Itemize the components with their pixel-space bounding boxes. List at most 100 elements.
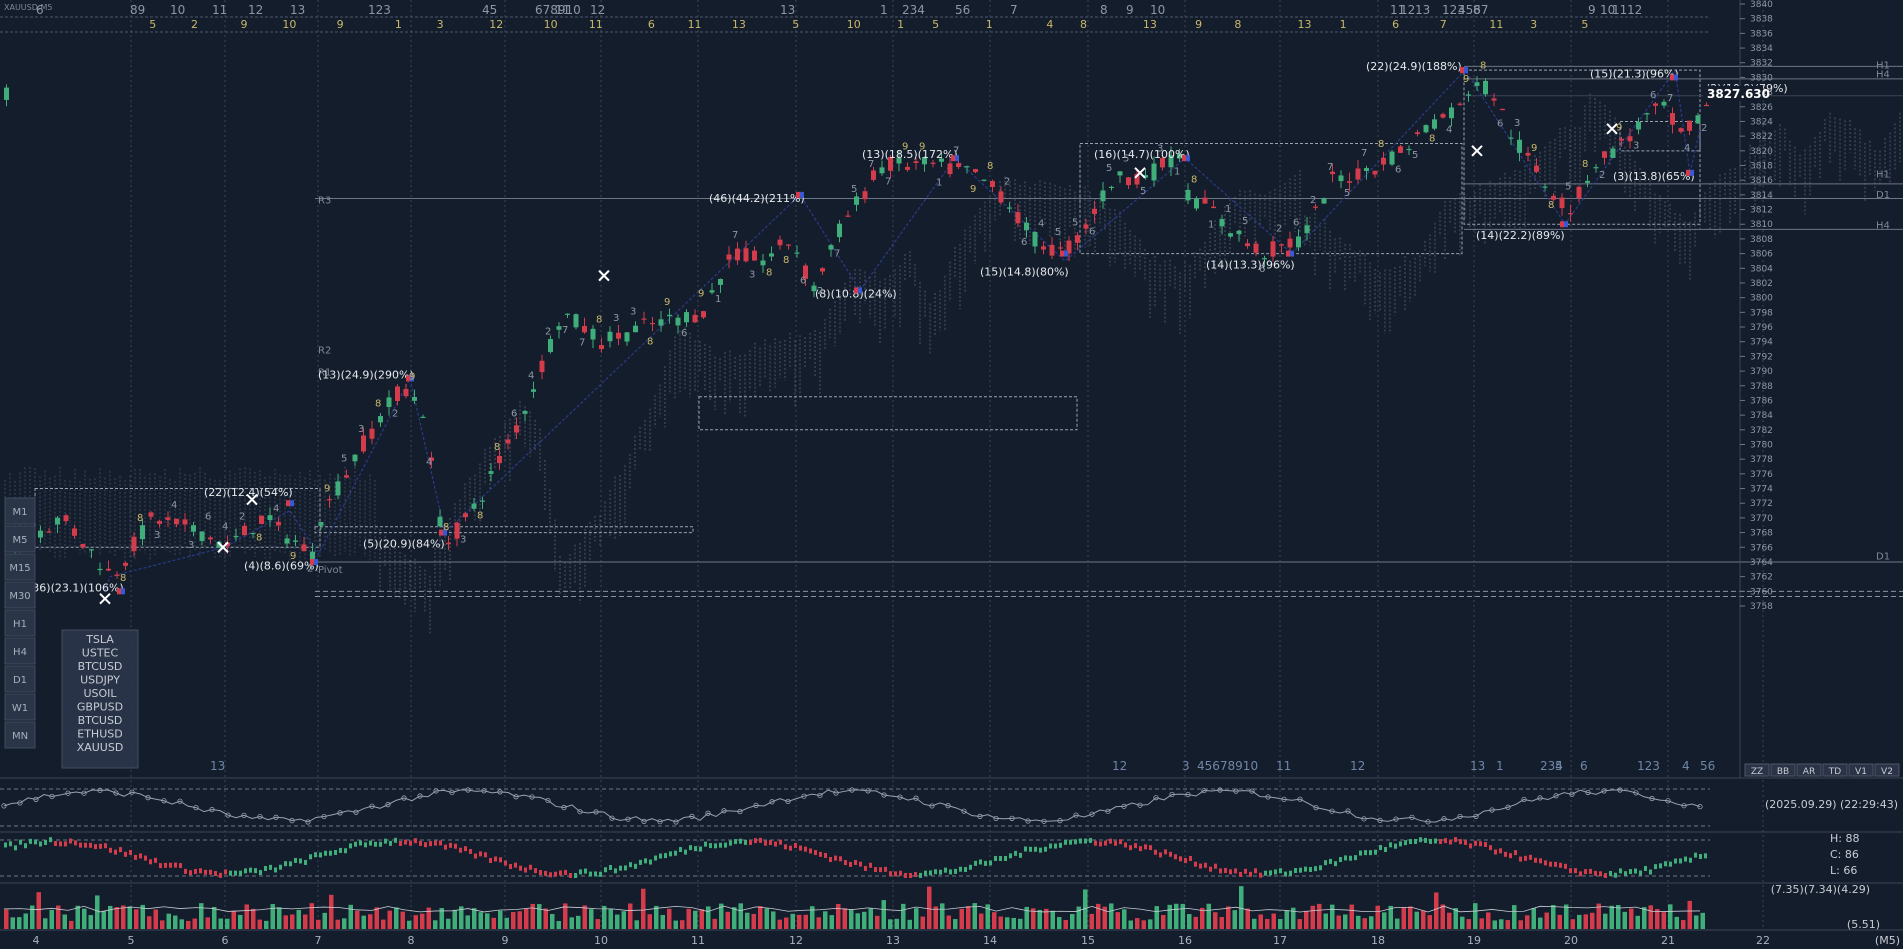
level-label: H4 [1876,69,1890,80]
tool-button-label[interactable]: TD [1828,767,1841,777]
volume-bar [1694,915,1699,929]
sequence-count-digit: 7 [579,337,585,348]
stoch-bar [324,850,327,856]
candle-body [1092,208,1097,215]
stoch-bar [134,854,137,860]
tool-button-label[interactable]: BB [1777,767,1789,777]
sequence-count-digit: 2 [1599,170,1605,181]
timeframe-button-d1[interactable]: D1 [4,665,36,693]
timeframe-button-mn[interactable]: MN [4,721,36,749]
watchlist-symbol-usoil[interactable]: USOIL [83,687,117,700]
price-chart[interactable]: 4 5 6 7 8 9 10 11 12 13 14 15 16 17 18 19 20 21 22 R3R2R1P… [0,0,1903,949]
stoch-bar [1279,868,1282,874]
volume-bar [1278,918,1283,929]
volume-bar [803,914,808,929]
stoch-bar [374,841,377,847]
candle-body [692,314,698,323]
stoch-bar [1704,853,1707,859]
timeframe-button-m5[interactable]: M5 [4,525,36,553]
timeframe-button-m30[interactable]: M30 [4,581,36,609]
tool-button-label[interactable]: ZZ [1751,767,1763,777]
stoch-bar [39,841,42,847]
timeframe-button-h1[interactable]: H1 [4,609,36,637]
volume-bar [732,907,737,929]
sequence-count-digit: 8 [120,573,126,584]
watchlist-symbol-tsla[interactable]: TSLA [85,633,114,646]
stoch-bar [634,863,637,869]
candle-body [412,397,417,401]
timeframe-button-label[interactable]: D1 [13,675,27,686]
bottom-count-label: 5 [1555,759,1563,773]
tool-button-v1[interactable]: V1 [1848,763,1874,777]
timeframe-button-h4[interactable]: H4 [4,637,36,665]
sequence-count-digit: 7 [1327,162,1333,173]
stoch-bar [859,861,862,867]
watchlist-symbol-usdjpy[interactable]: USDJPY [80,674,120,687]
timeframe-button-label[interactable]: M5 [13,535,28,546]
date-tick-label: 6 [222,934,229,947]
tool-button-td[interactable]: TD [1822,763,1848,777]
timeframe-button-label[interactable]: MN [12,731,28,742]
stoch-bar [724,842,727,848]
candlestick [862,187,868,204]
tool-button-v2[interactable]: V2 [1874,763,1900,777]
volume-bar [1687,900,1692,929]
timeframe-button-label[interactable]: M30 [9,591,30,602]
volume-bar [238,914,243,929]
tool-button-bb[interactable]: BB [1770,763,1796,777]
watchlist-symbol-gbpusd[interactable]: GBPUSD [77,701,123,714]
candlestick [548,335,553,354]
stoch-bar [1234,868,1237,874]
stoch-bar [1649,869,1652,875]
tool-button-label[interactable]: AR [1803,767,1815,777]
timeframe-button-m1[interactable]: M1 [4,497,36,525]
stoch-bar [329,850,332,856]
flag-blue [1674,74,1678,81]
date-tick-label: 9 [502,934,509,947]
volume-bar [764,908,769,929]
stoch-bar [124,851,127,857]
timeframe-button-label[interactable]: W1 [12,703,28,714]
candle-body [633,325,638,333]
candle-body [395,386,400,402]
timeframe-button-label[interactable]: M1 [13,507,28,518]
date-tick-label: 7 [315,934,322,947]
watchlist-symbol-ustec[interactable]: USTEC [82,647,119,660]
stoch-bar [199,868,202,874]
candlestick [1593,164,1599,173]
stoch-bar [629,862,632,868]
tool-button-ar[interactable]: AR [1796,763,1822,777]
candle-body [556,326,562,330]
stoch-bar [424,842,427,848]
volume-bar [1258,914,1263,929]
timeframe-button-w1[interactable]: W1 [4,693,36,721]
pivot-flag-marker [1060,250,1068,257]
volume-bar [550,914,555,929]
timeframe-button-m15[interactable]: M15 [4,553,36,581]
candle-body [505,439,511,444]
stoch-bar [1054,843,1057,849]
volume-bar [173,915,178,929]
timeframe-button-label[interactable]: H1 [13,619,27,630]
tool-button-zz[interactable]: ZZ [1744,763,1770,777]
stoch-bar [484,852,487,858]
sequence-count-digit: 9 [919,141,925,152]
tool-button-label[interactable]: V2 [1881,767,1893,777]
watchlist-symbol-btcusd[interactable]: BTCUSD [78,660,123,673]
sequence-count-digit: 9 [324,483,330,494]
volume-bar [1603,913,1608,929]
watchlist-symbol-xauusd[interactable]: XAUUSD [77,741,124,754]
sequence-count-digit: 6 [205,511,211,522]
watchlist-symbol-btcusd[interactable]: BTCUSD [78,714,123,727]
top-count-label: 12 [248,3,263,17]
stoch-bar [24,843,27,849]
timeframe-button-label[interactable]: M15 [9,563,30,574]
candlestick [1474,76,1480,91]
watchlist-symbol-ethusd[interactable]: ETHUSD [77,728,122,741]
stoch-bar [1294,868,1297,874]
timeframe-button-label[interactable]: H4 [13,647,27,658]
stoch-bar [739,838,742,844]
stoch-bar [204,869,207,875]
tool-button-label[interactable]: V1 [1855,767,1867,777]
volume-bar [1154,906,1159,929]
